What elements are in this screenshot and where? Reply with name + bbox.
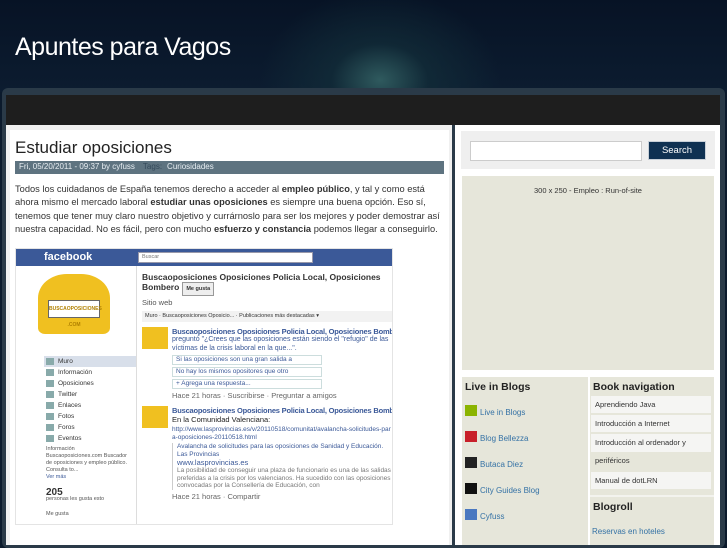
bold-phrase: empleo público bbox=[281, 184, 350, 194]
fb-see-more: Ver más bbox=[46, 474, 67, 480]
ad-label: 300 x 250 - Empleo : Run-of-site bbox=[534, 186, 642, 195]
tags-label: Tags: bbox=[142, 162, 163, 171]
fb-link-domain: www.lasprovincias.es bbox=[177, 458, 249, 467]
blogroll-block: Blogroll Reservas en hoteles bbox=[590, 495, 714, 536]
fb-menu-item: Muro bbox=[44, 356, 136, 367]
blog-favicon-icon bbox=[465, 509, 477, 520]
blog-link[interactable]: Cyfuss bbox=[462, 497, 588, 523]
blog-link[interactable]: Live in Blogs bbox=[462, 393, 588, 419]
facebook-screenshot-image: facebook Buscar BUSCAOPOSICIONES .COM Mur… bbox=[15, 248, 393, 525]
book-nav-item[interactable]: Introducción al ordenador y periféricos bbox=[591, 434, 711, 470]
search-button[interactable]: Search bbox=[648, 141, 706, 160]
fb-like-button: Me gusta bbox=[182, 282, 215, 296]
fb-tabs: Muro · Buscaoposiciones Oposicio... · Pu… bbox=[142, 311, 392, 322]
blog-favicon-icon bbox=[465, 483, 477, 494]
blog-link-label: City Guides Blog bbox=[480, 486, 540, 495]
block-title: Book navigation bbox=[593, 381, 675, 393]
fb-menu: Muro Información Oposiciones Twitter Enlaces… bbox=[44, 356, 136, 444]
fb-menu-item: Fotos bbox=[44, 411, 136, 422]
article-body: Todos los cuidadanos de España tenemos d… bbox=[15, 183, 445, 236]
fb-likes-label: personas les gusta esto bbox=[46, 496, 105, 502]
fb-menu-item: Oposiciones bbox=[44, 378, 136, 389]
blog-favicon-icon bbox=[465, 431, 477, 442]
block-title: Blogroll bbox=[593, 501, 633, 513]
fb-post-text: En la Comunidad Valenciana: bbox=[172, 415, 271, 424]
blog-link-label: Live in Blogs bbox=[480, 408, 526, 417]
site-title[interactable]: Apuntes para Vagos bbox=[15, 33, 231, 62]
fb-post-text: preguntó "¿Crees que las oposiciones est… bbox=[172, 336, 389, 352]
bold-phrase: estudiar unas oposiciones bbox=[150, 197, 268, 208]
fb-menu-item: Eventos bbox=[44, 433, 136, 444]
fb-post-footer: Hace 21 horas · Compartir bbox=[172, 491, 261, 501]
page-avatar-image: BUSCAOPOSICIONES .COM bbox=[38, 274, 110, 334]
fb-link-title: Avalancha de solicitudes para las oposic… bbox=[177, 443, 384, 458]
blog-favicon-icon bbox=[465, 405, 477, 416]
fb-menu-item: Enlaces bbox=[44, 400, 136, 411]
fb-search: Buscar bbox=[138, 252, 313, 263]
book-navigation-block: Book navigation Aprendiendo Java Introduc… bbox=[590, 377, 714, 545]
blog-link[interactable]: Butaca Diez bbox=[462, 445, 588, 471]
fb-poll-add: + Agrega una respuesta... bbox=[172, 379, 322, 389]
book-nav-item[interactable]: Aprendiendo Java bbox=[591, 396, 711, 413]
fb-post-footer: Hace 21 horas · Suscribirse · Preguntar … bbox=[172, 391, 337, 400]
blog-favicon-icon bbox=[465, 457, 477, 468]
article-title[interactable]: Estudiar oposiciones bbox=[15, 138, 172, 158]
fb-menu-item: Twitter bbox=[44, 389, 136, 400]
ad-placeholder: 300 x 250 - Empleo : Run-of-site bbox=[462, 176, 714, 370]
facebook-logo: facebook bbox=[44, 251, 93, 263]
blog-link-label: Butaca Diez bbox=[480, 460, 524, 469]
bold-phrase: esfuerzo y constancia bbox=[213, 223, 312, 234]
fb-post-author: Buscaoposiciones Oposiciones Policia Loc… bbox=[172, 327, 393, 336]
fb-post: Buscaoposiciones Oposiciones Policia Loc… bbox=[142, 327, 392, 400]
book-nav-item[interactable]: Manual de dotLRN bbox=[591, 472, 711, 489]
fb-menu-item: Foros bbox=[44, 422, 136, 433]
fb-link-desc: La posibilidad de conseguir una plaza de… bbox=[177, 467, 391, 489]
fb-post: Buscaoposiciones Oposiciones Policia Loc… bbox=[142, 406, 392, 501]
fb-info-title: Información bbox=[46, 446, 75, 452]
fb-post-author: Buscaoposiciones Oposiciones Policia Loc… bbox=[172, 406, 393, 415]
primary-nav-bar bbox=[6, 95, 720, 125]
blog-link[interactable]: Blog Bellezza bbox=[462, 419, 588, 445]
site-header: Apuntes para Vagos bbox=[0, 0, 727, 92]
body-text: podemos llegar a conseguirlo. bbox=[311, 223, 438, 234]
search-input[interactable] bbox=[470, 141, 642, 161]
book-nav-item[interactable]: Introducción a Internet bbox=[591, 415, 711, 432]
fb-menu-item: Información bbox=[44, 367, 136, 378]
fb-info-text: Buscaoposiciones.com Buscador de oposici… bbox=[46, 453, 128, 473]
article: Estudiar oposiciones Fri, 05/20/2011 - 0… bbox=[10, 130, 449, 545]
body-text: Todos los cuidadanos de España tenemos d… bbox=[15, 184, 282, 194]
blogroll-link[interactable]: Reservas en hoteles bbox=[590, 513, 714, 536]
fb-like-label: Me gusta bbox=[46, 511, 69, 517]
fb-post-link: http://www.lasprovincias.es/v/20110518/c… bbox=[172, 426, 391, 441]
live-in-blogs-block: Live in Blogs Live in Blogs Blog Bellezza… bbox=[462, 377, 588, 545]
blog-link-label: Blog Bellezza bbox=[480, 434, 529, 443]
block-title: Live in Blogs bbox=[465, 381, 531, 393]
fb-poll-option: No hay los mismos opositores que otro bbox=[172, 367, 322, 377]
article-meta: Fri, 05/20/2011 - 09:37 by cyfuss Tags: Cu… bbox=[15, 161, 444, 174]
fb-category: Sitio web bbox=[142, 298, 173, 307]
tag-link[interactable]: Curiosidades bbox=[167, 162, 214, 171]
post-date-author: Fri, 05/20/2011 - 09:37 by cyfuss bbox=[19, 162, 135, 171]
blog-link[interactable]: City Guides Blog bbox=[462, 471, 588, 497]
fb-page-name: Buscaoposiciones Oposiciones Policia Loc… bbox=[142, 272, 381, 292]
blog-link-label: Cyfuss bbox=[480, 512, 505, 521]
fb-poll-option: Si las oposiciones son una gran salida a bbox=[172, 355, 322, 365]
fb-likes-count: 205 bbox=[46, 487, 63, 498]
